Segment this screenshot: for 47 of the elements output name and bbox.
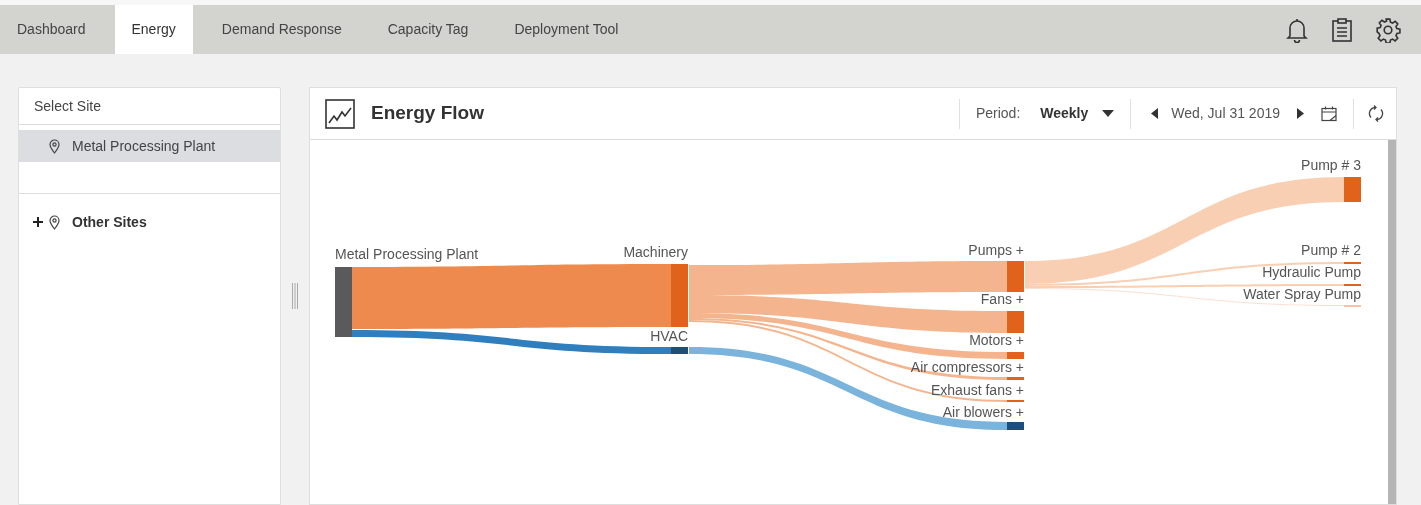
previous-arrow-icon[interactable] <box>1151 108 1159 119</box>
scrollbar[interactable] <box>1388 140 1396 504</box>
node-bar <box>1007 311 1024 333</box>
node-label: Metal Processing Plant <box>335 246 479 262</box>
node-label: Machinery <box>623 244 688 260</box>
caret-icon <box>1102 110 1115 117</box>
panel-title: Select Site <box>19 88 280 125</box>
node-bar <box>671 264 688 327</box>
settings-icon[interactable] <box>1375 16 1401 43</box>
line-chart-icon <box>325 98 355 129</box>
nav-tab[interactable]: Dashboard <box>0 5 103 54</box>
node-label: Fans + <box>980 291 1024 307</box>
node-label: Hydraulic Pump <box>1262 264 1361 280</box>
node-bar <box>335 267 352 337</box>
node-bar <box>1344 177 1361 202</box>
splitter-handle[interactable] <box>291 283 299 309</box>
node-bar <box>1007 377 1024 380</box>
nav-tab[interactable]: Demand Response <box>204 5 359 54</box>
period-dropdown[interactable]: Weekly <box>1040 103 1115 124</box>
node-label: Motors + <box>969 332 1024 348</box>
plus-icon[interactable] <box>33 217 43 227</box>
nav-tab[interactable]: Deployment Tool <box>497 5 636 54</box>
nav-tab[interactable]: Energy <box>114 5 193 54</box>
node-label: HVAC <box>650 328 688 344</box>
refresh-icon[interactable] <box>1368 105 1384 122</box>
node-bar <box>1007 261 1024 292</box>
location-pin-icon <box>49 138 60 154</box>
calendar-icon[interactable] <box>1321 105 1337 122</box>
node-label: Air blowers + <box>942 404 1024 420</box>
node-bar <box>671 347 688 354</box>
node-label: Water Spray Pump <box>1243 286 1361 302</box>
site-item[interactable]: Metal Processing Plant <box>19 130 280 162</box>
node-label: Pump # 3 <box>1301 157 1361 173</box>
node-label: Exhaust fans + <box>931 382 1024 398</box>
node-bar <box>1007 422 1024 430</box>
location-pin-icon <box>49 214 60 230</box>
node-label: Pumps + <box>968 242 1024 258</box>
other-sites-item[interactable]: Other Sites <box>72 211 147 233</box>
period-label: Period: <box>975 104 1021 123</box>
panel-title: Energy Flow <box>371 101 484 126</box>
date-label: Wed, Jul 31 2019 <box>1171 104 1280 123</box>
node-label: Pump # 2 <box>1301 242 1361 258</box>
node-bar <box>1007 352 1024 359</box>
notification-bell-icon[interactable] <box>1285 16 1309 43</box>
nav-tab[interactable]: Capacity Tag <box>370 5 486 54</box>
clipboard-icon[interactable] <box>1331 16 1353 43</box>
next-arrow-icon[interactable] <box>1297 108 1304 119</box>
